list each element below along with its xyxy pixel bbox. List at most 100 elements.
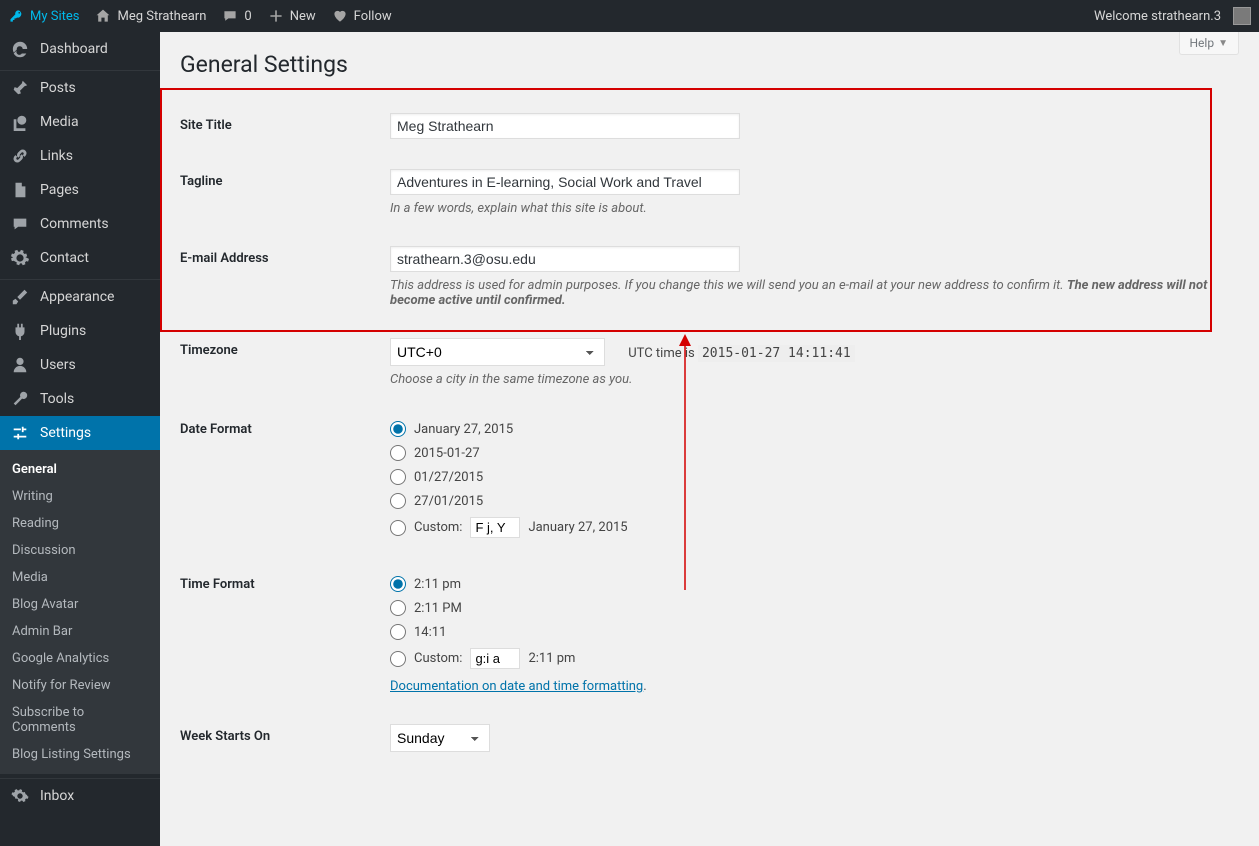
menu-label: Users	[40, 357, 76, 373]
email-label: E-mail Address	[180, 231, 380, 323]
my-sites-label: My Sites	[30, 9, 79, 24]
gear-icon	[10, 249, 30, 267]
menu-tools[interactable]: Tools	[0, 382, 160, 416]
pin-icon	[10, 79, 30, 97]
week-starts-select[interactable]: Sunday	[390, 724, 490, 752]
date-format-custom-preview: January 27, 2015	[528, 520, 627, 535]
timezone-label: Timezone	[180, 323, 380, 402]
menu-contact[interactable]: Contact	[0, 241, 160, 275]
utc-prefix: UTC time is	[628, 346, 698, 361]
help-label: Help	[1190, 36, 1215, 50]
menu-posts[interactable]: Posts	[0, 71, 160, 105]
submenu-subscribe[interactable]: Subscribe to Comments	[0, 699, 160, 741]
page-icon	[10, 181, 30, 199]
comment-icon	[222, 8, 238, 24]
time-format-radio-custom[interactable]	[390, 651, 406, 667]
menu-appearance[interactable]: Appearance	[0, 280, 160, 314]
menu-pages[interactable]: Pages	[0, 173, 160, 207]
time-format-opt1: 2:11 pm	[414, 577, 461, 592]
comment-icon	[10, 215, 30, 233]
date-format-radio-4[interactable]	[390, 493, 406, 509]
tagline-input[interactable]	[390, 169, 740, 195]
date-format-opt4: 27/01/2015	[414, 494, 483, 509]
link-icon	[10, 147, 30, 165]
site-name-label: Meg Strathearn	[117, 9, 206, 24]
date-format-radio-3[interactable]	[390, 469, 406, 485]
page-title: General Settings	[180, 42, 1239, 98]
date-format-radio-custom[interactable]	[390, 520, 406, 536]
comments-menu[interactable]: 0	[214, 0, 259, 32]
site-title-input[interactable]	[390, 113, 740, 139]
menu-links[interactable]: Links	[0, 139, 160, 173]
time-format-radio-1[interactable]	[390, 576, 406, 592]
my-sites-menu[interactable]: My Sites	[0, 0, 87, 32]
menu-users[interactable]: Users	[0, 348, 160, 382]
time-format-opt2: 2:11 PM	[414, 601, 462, 616]
submenu-discussion[interactable]: Discussion	[0, 537, 160, 564]
timezone-description: Choose a city in the same timezone as yo…	[390, 372, 1229, 387]
time-format-opt3: 14:11	[414, 625, 446, 640]
submenu-blog-listing[interactable]: Blog Listing Settings	[0, 741, 160, 768]
help-tab[interactable]: Help ▼	[1179, 32, 1240, 55]
menu-label: Pages	[40, 182, 79, 198]
date-format-opt1: January 27, 2015	[414, 422, 513, 437]
new-content-menu[interactable]: New	[260, 0, 324, 32]
utc-time-text: UTC time is 2015-01-27 14:11:41	[628, 346, 854, 361]
menu-label: Tools	[40, 391, 74, 407]
plus-icon	[268, 8, 284, 24]
tagline-description: In a few words, explain what this site i…	[390, 201, 1229, 216]
submenu-general[interactable]: General	[0, 456, 160, 483]
menu-comments[interactable]: Comments	[0, 207, 160, 241]
submenu-writing[interactable]: Writing	[0, 483, 160, 510]
settings-submenu: General Writing Reading Discussion Media…	[0, 450, 160, 774]
menu-label: Comments	[40, 216, 109, 232]
site-name-menu[interactable]: Meg Strathearn	[87, 0, 214, 32]
menu-label: Appearance	[40, 289, 114, 305]
key-icon	[8, 8, 24, 24]
date-format-opt2: 2015-01-27	[414, 446, 480, 461]
menu-label: Inbox	[40, 788, 74, 804]
admin-sidebar: Dashboard Posts Media Links Pages Commen…	[0, 32, 160, 846]
submenu-google-analytics[interactable]: Google Analytics	[0, 645, 160, 672]
menu-label: Dashboard	[40, 41, 108, 57]
menu-label: Settings	[40, 425, 91, 441]
menu-plugins[interactable]: Plugins	[0, 314, 160, 348]
time-format-custom-input[interactable]	[470, 648, 520, 669]
date-format-custom-input[interactable]	[470, 517, 520, 538]
chevron-down-icon: ▼	[1218, 38, 1228, 49]
date-format-radio-2[interactable]	[390, 445, 406, 461]
date-format-radio-1[interactable]	[390, 421, 406, 437]
email-desc-text: This address is used for admin purposes.…	[390, 278, 1067, 293]
time-format-radio-3[interactable]	[390, 624, 406, 640]
date-format-custom-label: Custom:	[414, 520, 462, 535]
submenu-media[interactable]: Media	[0, 564, 160, 591]
timezone-select[interactable]: UTC+0	[390, 338, 605, 366]
email-input[interactable]	[390, 246, 740, 272]
user-icon	[10, 356, 30, 374]
date-time-doc-link[interactable]: Documentation on date and time formattin…	[390, 679, 643, 694]
time-format-label: Time Format	[180, 557, 380, 709]
submenu-notify[interactable]: Notify for Review	[0, 672, 160, 699]
new-label: New	[290, 9, 316, 24]
date-format-label: Date Format	[180, 402, 380, 557]
main-content: Help ▼ General Settings Site Title Tagli…	[160, 32, 1259, 846]
comments-count: 0	[244, 9, 251, 24]
submenu-reading[interactable]: Reading	[0, 510, 160, 537]
sliders-icon	[10, 424, 30, 442]
home-icon	[95, 8, 111, 24]
time-format-radio-2[interactable]	[390, 600, 406, 616]
menu-settings[interactable]: Settings	[0, 416, 160, 450]
submenu-blog-avatar[interactable]: Blog Avatar	[0, 591, 160, 618]
menu-label: Links	[40, 148, 73, 164]
date-format-opt3: 01/27/2015	[414, 470, 483, 485]
account-menu[interactable]: Welcome strathearn.3	[1086, 0, 1259, 32]
brush-icon	[10, 288, 30, 306]
wrench-icon	[10, 390, 30, 408]
menu-inbox[interactable]: Inbox	[0, 779, 160, 813]
menu-dashboard[interactable]: Dashboard	[0, 32, 160, 66]
menu-media[interactable]: Media	[0, 105, 160, 139]
follow-menu[interactable]: Follow	[324, 0, 400, 32]
submenu-admin-bar[interactable]: Admin Bar	[0, 618, 160, 645]
menu-label: Posts	[40, 80, 76, 96]
media-icon	[10, 113, 30, 131]
